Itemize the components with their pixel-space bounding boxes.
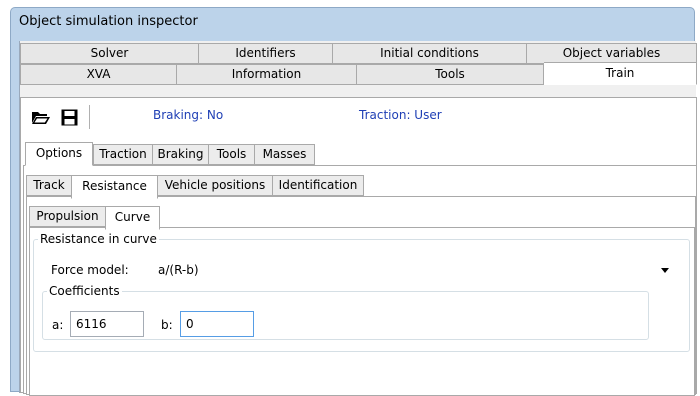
force-model-label: Force model: bbox=[51, 263, 129, 277]
window-title: Object simulation inspector bbox=[19, 14, 198, 29]
subtab-traction[interactable]: Traction bbox=[93, 144, 153, 165]
toolbar-separator bbox=[89, 105, 90, 129]
subtab-tools[interactable]: Tools bbox=[208, 144, 255, 165]
braking-status: Braking: No bbox=[153, 108, 224, 122]
window-client: Solver Identifiers Initial conditions Ob… bbox=[19, 41, 697, 396]
subtab-track[interactable]: Track bbox=[26, 175, 72, 196]
tab-train[interactable]: Train bbox=[544, 62, 697, 85]
force-model-select[interactable]: a/(R-b) bbox=[154, 259, 678, 281]
tab-row-2: XVA Information Tools Train bbox=[20, 62, 697, 85]
tab-xva[interactable]: XVA bbox=[20, 64, 177, 85]
coefficients-title: Coefficients bbox=[49, 284, 120, 298]
tab-object-variables[interactable]: Object variables bbox=[527, 43, 697, 64]
coefficient-a-input[interactable]: 6116 bbox=[70, 311, 144, 337]
subtab-vehicle-positions[interactable]: Vehicle positions bbox=[157, 175, 273, 196]
tab-tools[interactable]: Tools bbox=[357, 64, 544, 85]
tab-row-1: Solver Identifiers Initial conditions Ob… bbox=[20, 43, 697, 64]
subtab-identification[interactable]: Identification bbox=[272, 175, 364, 196]
coefficient-b-label: b: bbox=[161, 318, 173, 332]
inspector-window: Object simulation inspector Solver Ident… bbox=[10, 7, 697, 396]
tab-identifiers[interactable]: Identifiers bbox=[199, 43, 333, 64]
force-model-value: a/(R-b) bbox=[158, 263, 199, 277]
chevron-down-icon bbox=[661, 268, 669, 273]
options-panel: Track Resistance Vehicle positions Ident… bbox=[23, 165, 697, 396]
subtab-resistance[interactable]: Resistance bbox=[71, 175, 158, 199]
group-title: Resistance in curve bbox=[40, 232, 157, 246]
train-panel: Braking: No Traction: User Options Tract… bbox=[20, 97, 697, 396]
folder-open-icon[interactable] bbox=[29, 105, 53, 129]
subtab-options[interactable]: Options bbox=[25, 142, 93, 166]
save-icon[interactable] bbox=[57, 105, 81, 129]
subtab-curve[interactable]: Curve bbox=[105, 206, 160, 230]
traction-status: Traction: User bbox=[359, 108, 442, 122]
toolbar bbox=[29, 104, 100, 130]
resistance-panel: Propulsion Curve Resistance in curve For… bbox=[26, 196, 696, 396]
subtab-masses[interactable]: Masses bbox=[254, 144, 315, 165]
coefficient-b-input[interactable]: 0 bbox=[180, 311, 254, 337]
curve-panel: Resistance in curve Force model: a/(R-b)… bbox=[29, 227, 695, 396]
coefficient-a-label: a: bbox=[52, 318, 64, 332]
tab-initial-conditions[interactable]: Initial conditions bbox=[333, 43, 527, 64]
subtab-propulsion[interactable]: Propulsion bbox=[29, 206, 106, 227]
subtab-braking[interactable]: Braking bbox=[152, 144, 209, 165]
tab-information[interactable]: Information bbox=[177, 64, 357, 85]
tab-solver[interactable]: Solver bbox=[20, 43, 199, 64]
